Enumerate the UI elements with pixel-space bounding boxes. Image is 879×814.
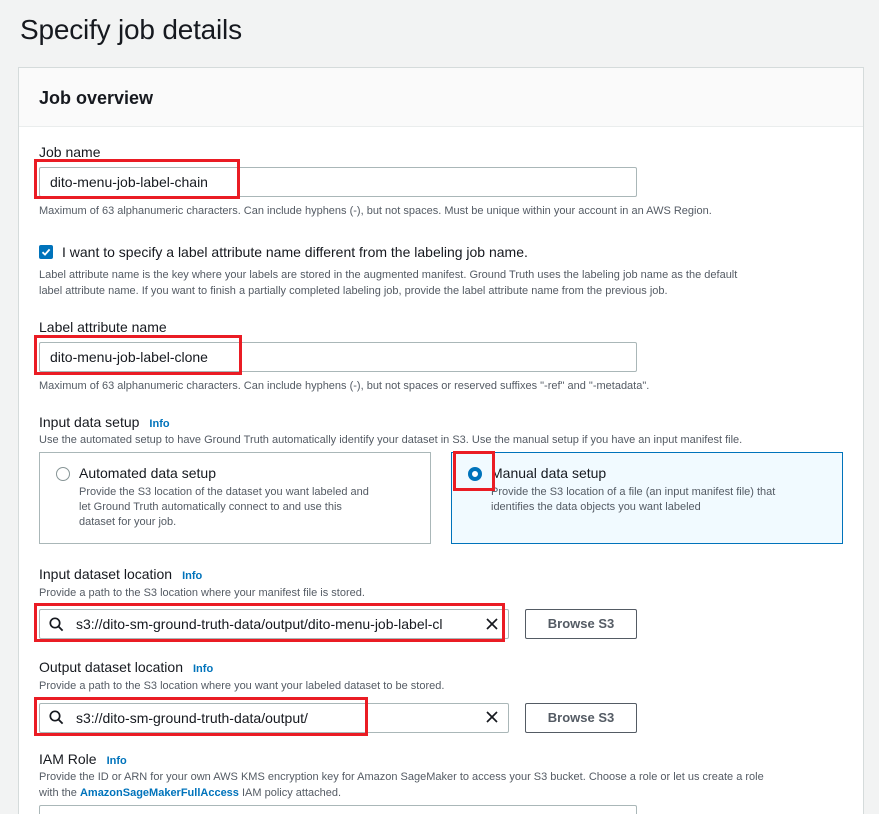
clear-icon[interactable] bbox=[485, 617, 499, 631]
label-attribute-name-label: Label attribute name bbox=[39, 319, 167, 335]
output-dataset-location-value: s3://dito-sm-ground-truth-data/output/ bbox=[76, 710, 308, 726]
output-dataset-location-title: Output dataset location bbox=[39, 659, 183, 675]
input-dataset-info-link[interactable]: Info bbox=[182, 570, 202, 582]
iam-role-select[interactable] bbox=[39, 805, 637, 814]
automated-data-setup-radio[interactable] bbox=[56, 467, 70, 481]
automated-data-setup-desc-3: dataset for your job. bbox=[79, 516, 177, 528]
input-data-setup-description: Use the automated setup to have Ground T… bbox=[39, 434, 743, 446]
iam-role-description-prefix: with the bbox=[39, 787, 80, 799]
amazon-sagemaker-full-access-link[interactable]: AmazonSageMakerFullAccess bbox=[80, 787, 239, 799]
output-dataset-location-label: Output dataset location Info bbox=[39, 659, 213, 675]
label-attribute-checkbox[interactable] bbox=[39, 245, 53, 259]
manual-data-setup-desc-1: Provide the S3 location of a file (an in… bbox=[491, 486, 776, 498]
iam-role-description-1: Provide the ID or ARN for your own AWS K… bbox=[39, 771, 764, 783]
manual-data-setup-tile[interactable]: Manual data setup Provide the S3 locatio… bbox=[451, 452, 843, 544]
manual-data-setup-radio[interactable] bbox=[468, 467, 482, 481]
automated-data-setup-title: Automated data setup bbox=[79, 465, 216, 481]
input-dataset-location-input[interactable]: s3://dito-sm-ground-truth-data/output/di… bbox=[39, 609, 509, 639]
input-dataset-location-label: Input dataset location Info bbox=[39, 566, 202, 582]
checkmark-icon bbox=[41, 248, 51, 256]
browse-s3-output-button[interactable]: Browse S3 bbox=[525, 703, 637, 733]
iam-role-info-link[interactable]: Info bbox=[107, 755, 127, 767]
label-attribute-description-2: label attribute name. If you want to fin… bbox=[39, 285, 668, 297]
job-name-input[interactable]: dito-menu-job-label-chain bbox=[39, 167, 637, 197]
iam-role-title: IAM Role bbox=[39, 751, 97, 767]
iam-role-description-2: with the AmazonSageMakerFullAccess IAM p… bbox=[39, 785, 341, 801]
input-dataset-location-title: Input dataset location bbox=[39, 566, 173, 582]
label-attribute-name-input[interactable]: dito-menu-job-label-clone bbox=[39, 342, 637, 372]
input-data-setup-info-link[interactable]: Info bbox=[149, 418, 169, 430]
browse-s3-input-button[interactable]: Browse S3 bbox=[525, 609, 637, 639]
search-icon bbox=[49, 710, 64, 725]
automated-data-setup-desc-2: let Ground Truth automatically connect t… bbox=[79, 501, 342, 513]
page-title: Specify job details bbox=[20, 14, 242, 45]
output-dataset-location-input[interactable]: s3://dito-sm-ground-truth-data/output/ bbox=[39, 703, 509, 733]
clear-icon[interactable] bbox=[485, 710, 499, 724]
job-name-label: Job name bbox=[39, 144, 101, 160]
automated-data-setup-desc-1: Provide the S3 location of the dataset y… bbox=[79, 486, 369, 498]
label-attribute-checkbox-label: I want to specify a label attribute name… bbox=[62, 244, 528, 260]
automated-data-setup-tile[interactable]: Automated data setup Provide the S3 loca… bbox=[39, 452, 431, 544]
label-attribute-description-1: Label attribute name is the key where yo… bbox=[39, 269, 738, 281]
job-name-constraint: Maximum of 63 alphanumeric characters. C… bbox=[39, 205, 712, 217]
output-dataset-info-link[interactable]: Info bbox=[193, 663, 213, 675]
label-attribute-name-constraint: Maximum of 63 alphanumeric characters. C… bbox=[39, 380, 650, 392]
manual-data-setup-desc-2: identifies the data objects you want lab… bbox=[491, 501, 701, 513]
panel-title: Job overview bbox=[39, 88, 154, 108]
panel-header: Job overview bbox=[19, 68, 863, 127]
output-dataset-location-description: Provide a path to the S3 location where … bbox=[39, 680, 445, 692]
manual-data-setup-title: Manual data setup bbox=[491, 465, 607, 481]
input-data-setup-title: Input data setup bbox=[39, 414, 140, 430]
input-dataset-location-value: s3://dito-sm-ground-truth-data/output/di… bbox=[76, 616, 443, 632]
input-dataset-location-description: Provide a path to the S3 location where … bbox=[39, 587, 365, 599]
input-data-setup-label: Input data setup Info bbox=[39, 414, 170, 430]
iam-role-label: IAM Role Info bbox=[39, 751, 127, 767]
iam-role-description-suffix: IAM policy attached. bbox=[238, 787, 342, 799]
search-icon bbox=[49, 617, 64, 632]
